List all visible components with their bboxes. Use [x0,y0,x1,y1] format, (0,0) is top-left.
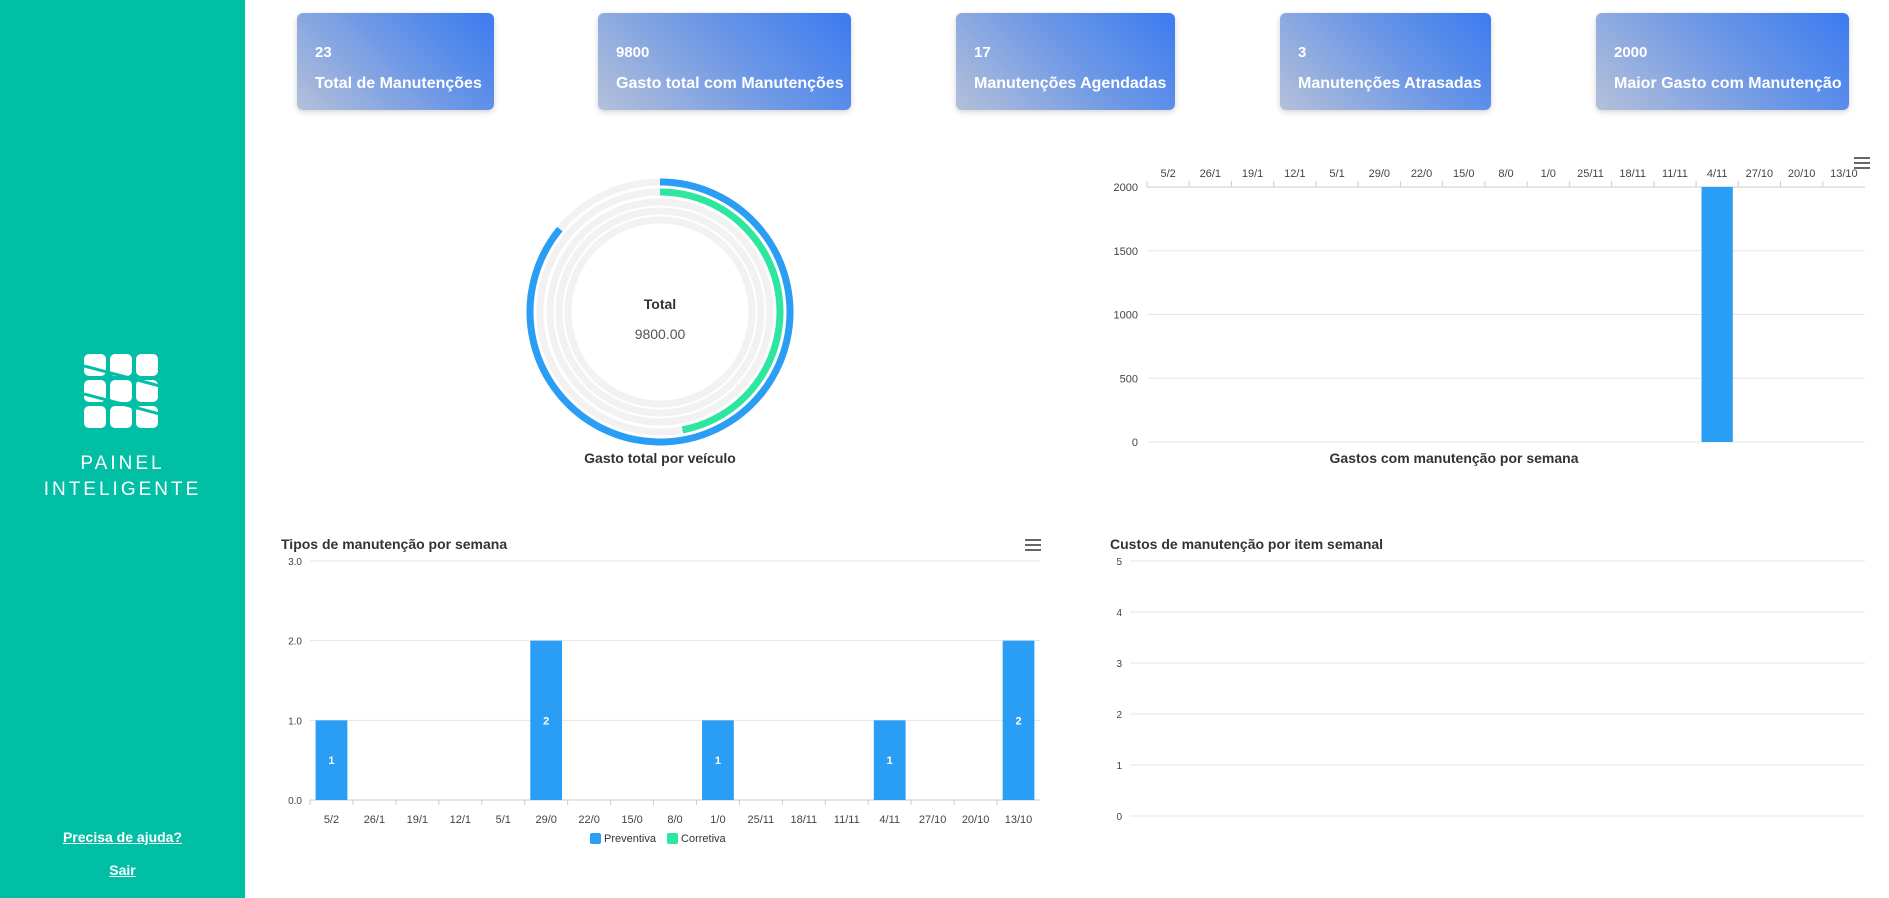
legend-swatch [667,833,679,844]
x-tick-label: 8/0 [667,814,682,826]
y-tick-label: 4 [1116,608,1122,619]
x-tick-label: 20/10 [1788,168,1816,180]
y-tick-label: 1000 [1114,310,1138,322]
radial-center-title: Total [644,296,676,312]
types-menu-icon[interactable] [1025,539,1041,551]
x-tick-label: 12/1 [1284,168,1305,180]
y-tick-label: 3.0 [288,557,302,568]
x-tick-label: 4/11 [879,814,900,826]
charts-canvas: Total 9800.00 Gasto total por veículo 0 5… [288,168,1865,826]
radial-track [546,198,774,426]
items-chart: 0 1 2 3 4 5 [1116,557,1865,823]
x-tick-label: 19/1 [1242,168,1263,180]
types-legend: Preventiva Corretiva [590,833,734,845]
legend-label: Corretiva [681,833,726,845]
x-tick-label: 5/1 [496,814,511,826]
x-tick-label: 15/0 [621,814,642,826]
types-chart: 0.0 1.0 2.0 3.0 5/2 1 26/1 19/1 12/1 5/1 29/0 2 22/0… [288,557,1040,826]
y-tick-label: 500 [1120,373,1138,385]
legend-item-corretiva[interactable]: Corretiva [667,833,726,845]
x-tick-label: 5/2 [324,814,339,826]
x-tick-label: 5/1 [1329,168,1344,180]
x-tick-label: 26/1 [1200,168,1221,180]
y-tick-label: 0 [1116,812,1122,823]
y-tick-label: 2000 [1114,182,1138,194]
x-tick-label: 25/11 [748,814,775,826]
radial-track [555,207,765,417]
y-tick-label: 1500 [1114,246,1138,258]
x-tick-label: 15/0 [1453,168,1474,180]
x-tick-label: 18/11 [790,814,817,826]
weekly-cost-chart: 0 500 1000 1500 2000 5/2 26/1 19/1 12/1 5/1 29/0 22… [1114,168,1865,449]
x-tick-label: 1/0 [710,814,725,826]
y-tick-label: 0 [1132,437,1138,449]
x-tick-label: 8/0 [1498,168,1513,180]
y-tick-label: 1 [1116,761,1122,772]
data-label: 1 [887,755,893,767]
x-tick-label: 11/11 [1662,168,1688,180]
radial-caption: Gasto total por veículo [584,450,736,466]
weekly-cost-caption: Gastos com manutenção por semana [1330,450,1579,466]
weekly-cost-menu-icon[interactable] [1854,157,1870,169]
x-tick-label: 26/1 [364,814,385,826]
radial-chart [526,178,794,446]
radial-center-value: 9800.00 [635,326,686,342]
x-tick-label: 5/2 [1160,168,1175,180]
y-tick-label: 1.0 [288,716,302,727]
legend-label: Preventiva [604,833,656,845]
x-tick-label: 25/11 [1577,168,1604,180]
x-tick-label: 22/0 [1411,168,1432,180]
items-chart-title: Custos de manutenção por item semanal [1110,536,1384,552]
x-tick-label: 12/1 [450,814,471,826]
x-tick-label: 11/11 [834,814,860,826]
x-tick-label: 22/0 [578,814,599,826]
data-label: 1 [715,755,721,767]
x-tick-label: 18/11 [1619,168,1646,180]
data-label: 1 [328,755,334,767]
x-tick-label: 4/11 [1707,168,1728,180]
x-tick-label: 29/0 [1369,168,1390,180]
x-tick-label: 20/10 [962,814,990,826]
bar [1701,187,1733,442]
data-label: 2 [543,715,549,727]
legend-swatch [590,833,601,844]
x-tick-label: 29/0 [535,814,556,826]
data-label: 2 [1015,715,1021,727]
y-tick-label: 3 [1116,659,1122,670]
x-tick-label: 13/10 [1830,168,1858,180]
x-tick-label: 27/10 [919,814,947,826]
x-tick-label: 13/10 [1005,814,1033,826]
x-tick-label: 19/1 [407,814,428,826]
legend-item-preventiva[interactable]: Preventiva [590,833,656,845]
types-chart-title: Tipos de manutenção por semana [281,536,508,552]
radial-track [564,216,756,408]
y-tick-label: 2.0 [288,637,302,648]
x-tick-label: 27/10 [1746,168,1774,180]
x-tick-label: 1/0 [1541,168,1556,180]
y-tick-label: 5 [1116,557,1122,568]
y-tick-label: 2 [1116,710,1122,721]
y-tick-label: 0.0 [288,796,302,807]
